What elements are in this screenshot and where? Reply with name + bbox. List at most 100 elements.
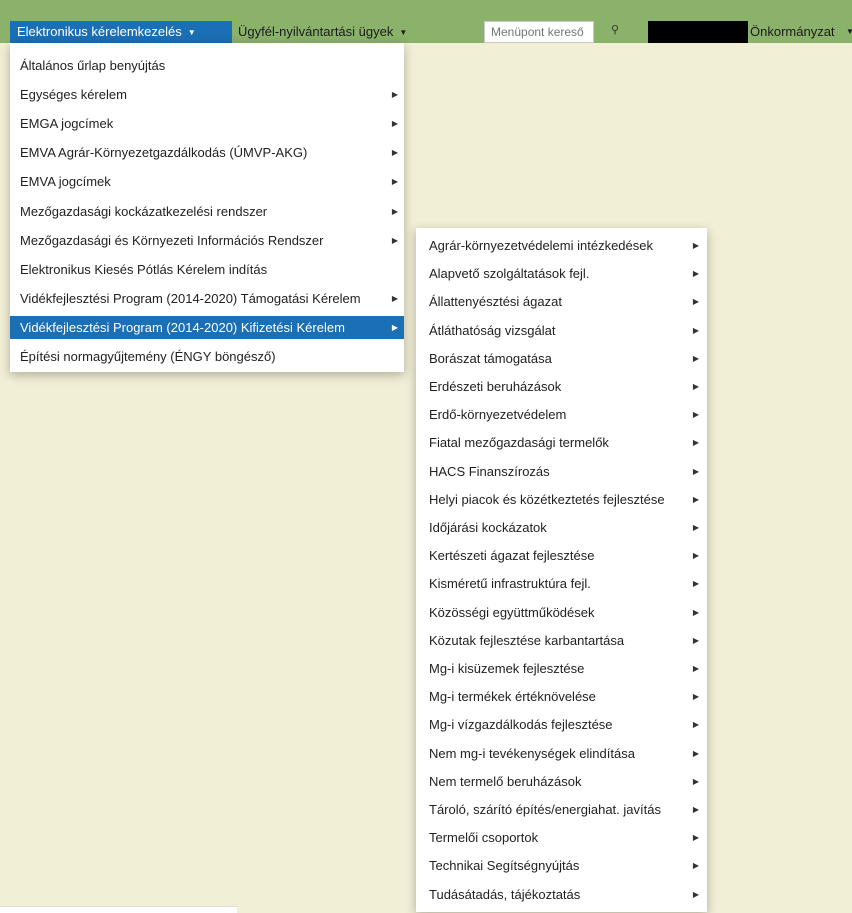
menu-item[interactable]: Technikai Segítségnyújtás ▶ — [416, 854, 707, 877]
menu-item[interactable]: HACS Finanszírozás ▶ — [416, 460, 707, 483]
menu-item[interactable]: Agrár-környezetvédelemi intézkedések ▶ — [416, 234, 707, 257]
menu-item-label: Vidékfejlesztési Program (2014-2020) Tám… — [20, 290, 361, 306]
submenu-arrow-icon: ▶ — [692, 241, 699, 250]
user-icon[interactable]: ⚲ — [611, 23, 619, 36]
menu-item-label: Mg-i kisüzemek fejlesztése — [429, 661, 585, 676]
submenu-arrow-icon: ▶ — [391, 148, 398, 158]
menu-item[interactable]: Mg-i termékek értéknövelése ▶ — [416, 685, 707, 708]
menu-item[interactable]: Tudásátadás, tájékoztatás ▶ — [416, 883, 707, 906]
dropdown-menu-primary: Általános űrlap benyújtás Egységes kérele… — [10, 43, 404, 372]
submenu-arrow-icon: ▶ — [692, 410, 699, 420]
menu-item[interactable]: Fiatal mezőgazdasági termelők ▶ — [416, 431, 707, 454]
menu-item[interactable]: Alapvető szolgáltatások fejl. ▶ — [416, 262, 707, 285]
nav-menu-electronic-requests[interactable]: Elektronikus kérelemkezelés ▼ — [10, 21, 232, 43]
submenu-arrow-icon: ▶ — [692, 833, 699, 843]
menu-item[interactable]: Borászat támogatása ▶ — [416, 347, 707, 370]
menu-item[interactable]: Állattenyésztési ágazat ▶ — [416, 290, 707, 313]
menu-item-label: Alapvető szolgáltatások fejl. — [429, 266, 590, 282]
menu-item[interactable]: Mg-i vízgazdálkodás fejlesztése ▶ — [416, 713, 707, 736]
caret-down-icon: ▼ — [187, 28, 196, 37]
menu-item-label: HACS Finanszírozás — [429, 463, 550, 479]
submenu-arrow-icon: ▶ — [692, 635, 699, 645]
menu-item-label: Mezőgazdasági és Környezeti Információs … — [20, 232, 324, 248]
menu-item[interactable]: Időjárási kockázatok ▶ — [416, 516, 707, 539]
menu-item-label: EMVA Agrár-Környezetgazdálkodás (ÚMVP-AK… — [20, 145, 308, 161]
menu-item[interactable]: Közutak fejlesztése karbantartása ▶ — [416, 629, 707, 652]
menu-item[interactable]: EMVA jogcímek ▶ — [10, 170, 404, 193]
submenu-arrow-icon: ▶ — [692, 325, 699, 335]
menu-item-label: Nem mg-i tevékenységek elindítása — [429, 745, 635, 761]
submenu-arrow-icon: ▶ — [692, 523, 699, 532]
menu-item-label: Kisméretű infrastruktúra fejl. — [429, 576, 591, 592]
menu-item[interactable]: Vidékfejlesztési Program (2014-2020) Tám… — [10, 287, 404, 310]
caret-down-icon[interactable]: ▼ — [846, 21, 852, 43]
submenu-arrow-icon: ▶ — [692, 776, 699, 786]
menu-item-label: Technikai Segítségnyújtás — [429, 858, 580, 874]
menu-item[interactable]: Kertészeti ágazat fejlesztése ▶ — [416, 544, 707, 567]
submenu-arrow-icon: ▶ — [391, 177, 398, 187]
menu-item[interactable]: Nem termelő beruházások ▶ — [416, 770, 707, 793]
submenu-arrow-icon: ▶ — [692, 748, 699, 758]
menu-item[interactable]: Átláthatóság vizsgálat ▶ — [416, 319, 707, 342]
menu-item[interactable]: Elektronikus Kiesés Pótlás Kérelem indít… — [10, 258, 404, 281]
menu-item[interactable]: Általános űrlap benyújtás — [10, 54, 404, 77]
nav-menu-client-registry[interactable]: Ügyfél-nyilvántartási ügyek ▼ — [238, 21, 407, 43]
submenu-arrow-icon: ▶ — [692, 494, 699, 504]
menu-item[interactable]: Termelői csoportok ▶ — [416, 826, 707, 849]
submenu-arrow-icon: ▶ — [391, 119, 398, 129]
menu-search-input[interactable] — [484, 21, 594, 43]
org-menu[interactable]: Önkormányzat — [750, 21, 835, 43]
menu-item-label: Általános űrlap benyújtás — [20, 58, 166, 73]
submenu-arrow-icon: ▶ — [391, 206, 398, 216]
menu-item[interactable]: Egységes kérelem ▶ — [10, 83, 404, 106]
org-label: Önkormányzat — [750, 24, 835, 39]
menu-item-label: EMGA jogcímek — [20, 116, 114, 132]
submenu-arrow-icon: ▶ — [692, 353, 699, 363]
menu-item[interactable]: Erdészeti beruházások ▶ — [416, 375, 707, 398]
menu-item-label: Átláthatóság vizsgálat — [429, 322, 556, 338]
menu-item-label: Erdészeti beruházások — [429, 379, 562, 394]
menu-item[interactable]: Tároló, szárító építés/energiahat. javít… — [416, 798, 707, 821]
menu-item[interactable]: EMVA Agrár-Környezetgazdálkodás (ÚMVP-AK… — [10, 141, 404, 164]
menu-item[interactable]: Közösségi együttműködések ▶ — [416, 601, 707, 624]
menu-item[interactable]: Mezőgazdasági kockázatkezelési rendszer ▶ — [10, 200, 404, 223]
menu-item-label: Közutak fejlesztése karbantartása — [429, 632, 625, 648]
menu-item[interactable]: Mezőgazdasági és Környezeti Információs … — [10, 229, 404, 252]
menu-item[interactable]: Kisméretű infrastruktúra fejl. ▶ — [416, 572, 707, 595]
submenu-arrow-icon: ▶ — [692, 607, 699, 617]
menu-item[interactable]: EMGA jogcímek ▶ — [10, 112, 404, 135]
redacted-username[interactable] — [648, 21, 748, 43]
submenu-arrow-icon: ▶ — [692, 297, 699, 307]
menu-item-label: Vidékfejlesztési Program (2014-2020) Kif… — [20, 319, 345, 335]
menu-item[interactable]: Helyi piacok és közétkeztetés fejlesztés… — [416, 488, 707, 511]
menu-item-label: Egységes kérelem — [20, 87, 127, 103]
submenu-arrow-icon: ▶ — [692, 466, 699, 476]
menu-item-label: Tároló, szárító építés/energiahat. javít… — [429, 802, 661, 817]
submenu-arrow-icon: ▶ — [391, 322, 398, 332]
nav-menu-label: Ügyfél-nyilvántartási ügyek — [238, 24, 394, 39]
submenu-arrow-icon: ▶ — [692, 382, 699, 391]
menu-item[interactable]: Vidékfejlesztési Program (2014-2020) Kif… — [10, 315, 404, 339]
menu-item-label: Mg-i vízgazdálkodás fejlesztése — [429, 717, 613, 733]
nav-menu-label: Elektronikus kérelemkezelés — [17, 24, 182, 39]
menu-item-label: Mg-i termékek értéknövelése — [429, 689, 596, 705]
submenu-arrow-icon: ▶ — [692, 692, 699, 702]
menu-item-label: Erdő-környezetvédelem — [429, 407, 567, 423]
menu-item[interactable]: Mg-i kisüzemek fejlesztése ▶ — [416, 657, 707, 680]
caret-down-icon: ▼ — [399, 28, 408, 37]
menu-item[interactable]: Erdő-környezetvédelem ▶ — [416, 403, 707, 426]
menu-item-label: Kertészeti ágazat fejlesztése — [429, 548, 595, 564]
menu-item[interactable]: Építési normagyűjtemény (ÉNGY böngésző) — [10, 345, 404, 368]
menu-item-label: Elektronikus Kiesés Pótlás Kérelem indít… — [20, 261, 268, 277]
submenu-arrow-icon: ▶ — [692, 805, 699, 814]
submenu-arrow-icon: ▶ — [692, 720, 699, 730]
menu-item[interactable]: Nem mg-i tevékenységek elindítása ▶ — [416, 742, 707, 765]
menu-item-label: Helyi piacok és közétkeztetés fejlesztés… — [429, 491, 665, 507]
menu-item-label: EMVA jogcímek — [20, 174, 111, 190]
submenu-arrow-icon: ▶ — [391, 235, 398, 245]
menu-item-label: Időjárási kockázatok — [429, 520, 547, 535]
menu-item-label: Tudásátadás, tájékoztatás — [429, 886, 581, 902]
submenu-arrow-icon: ▶ — [692, 269, 699, 279]
dropdown-submenu-payment-requests: Agrár-környezetvédelemi intézkedések ▶ Ala… — [416, 228, 707, 912]
submenu-arrow-icon: ▶ — [692, 438, 699, 448]
